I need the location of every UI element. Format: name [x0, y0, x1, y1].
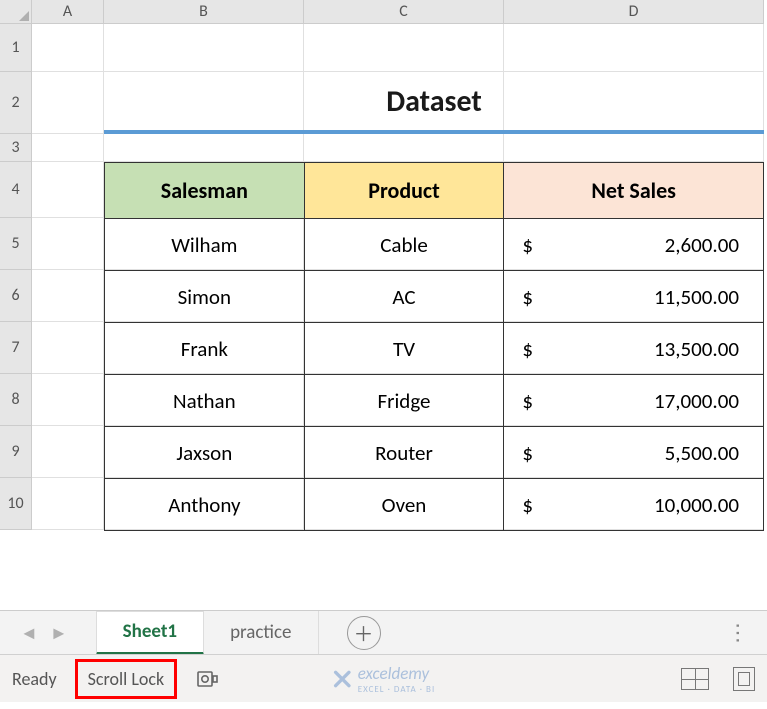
cell-salesman[interactable]: Simon — [105, 271, 305, 323]
table-row[interactable]: Wilham Cable $2,600.00 — [105, 219, 764, 271]
cell-netsales[interactable]: $11,500.00 — [504, 271, 764, 323]
tab-more-icon[interactable]: ⋯ — [725, 622, 752, 643]
sheet-tab-bar: ◄ ► Sheet1 practice ＋ ⋯ — [0, 610, 767, 654]
currency-symbol: $ — [522, 232, 533, 258]
money-value: 13,500.00 — [654, 336, 739, 362]
watermark-sub: EXCEL · DATA · BI — [358, 684, 435, 695]
table-row[interactable]: Simon AC $11,500.00 — [105, 271, 764, 323]
watermark-brand: exceldemy — [358, 663, 429, 684]
watermark-logo-icon — [332, 669, 352, 689]
cell-product[interactable]: TV — [304, 323, 504, 375]
table-row[interactable]: Jaxson Router $5,500.00 — [105, 427, 764, 479]
cell-product[interactable]: Router — [304, 427, 504, 479]
table-row[interactable]: Anthony Oven $10,000.00 — [105, 479, 764, 531]
row-header-7[interactable]: 7 — [0, 322, 32, 374]
macro-record-icon[interactable] — [195, 667, 219, 691]
cell-product[interactable]: Fridge — [304, 375, 504, 427]
currency-symbol: $ — [522, 284, 533, 310]
row-header-2[interactable]: 2 — [0, 72, 32, 134]
currency-symbol: $ — [522, 336, 533, 362]
col-header-d[interactable]: D — [504, 0, 764, 24]
row-header-3[interactable]: 3 — [0, 134, 32, 162]
cell-salesman[interactable]: Frank — [105, 323, 305, 375]
row-header-1[interactable]: 1 — [0, 24, 32, 72]
row-header-9[interactable]: 9 — [0, 426, 32, 478]
header-salesman[interactable]: Salesman — [105, 163, 305, 219]
row-header-8[interactable]: 8 — [0, 374, 32, 426]
currency-symbol: $ — [522, 440, 533, 466]
cell-netsales[interactable]: $10,000.00 — [504, 479, 764, 531]
cell-netsales[interactable]: $13,500.00 — [504, 323, 764, 375]
header-product[interactable]: Product — [304, 163, 504, 219]
money-value: 10,000.00 — [654, 492, 739, 518]
dataset-title[interactable]: Dataset — [104, 72, 764, 134]
data-table: Salesman Product Net Sales Wilham Cable … — [104, 162, 764, 531]
select-all-corner[interactable] — [0, 0, 32, 24]
cell-product[interactable]: Oven — [304, 479, 504, 531]
watermark: exceldemy EXCEL · DATA · BI — [332, 663, 435, 695]
row-header-4[interactable]: 4 — [0, 162, 32, 218]
currency-symbol: $ — [522, 492, 533, 518]
currency-symbol: $ — [522, 388, 533, 414]
tab-nav-prev-icon[interactable]: ◄ — [20, 622, 38, 644]
header-netsales[interactable]: Net Sales — [504, 163, 764, 219]
col-header-c[interactable]: C — [304, 0, 504, 24]
row-header-10[interactable]: 10 — [0, 478, 32, 530]
cell-salesman[interactable]: Anthony — [105, 479, 305, 531]
col-header-a[interactable]: A — [32, 0, 104, 24]
money-value: 5,500.00 — [665, 440, 739, 466]
sheet-tab-active[interactable]: Sheet1 — [96, 611, 204, 655]
cell-netsales[interactable]: $5,500.00 — [504, 427, 764, 479]
cell-netsales[interactable]: $17,000.00 — [504, 375, 764, 427]
status-bar: Ready Scroll Lock exceldemy EXCEL · DATA… — [0, 654, 767, 702]
cell-salesman[interactable]: Wilham — [105, 219, 305, 271]
spreadsheet-grid[interactable]: Dataset Salesman Product Net Sales Wilha… — [32, 24, 767, 610]
cell-salesman[interactable]: Nathan — [105, 375, 305, 427]
row-header-6[interactable]: 6 — [0, 270, 32, 322]
money-value: 17,000.00 — [654, 388, 739, 414]
money-value: 11,500.00 — [654, 284, 739, 310]
view-normal-icon[interactable] — [681, 668, 709, 690]
money-value: 2,600.00 — [665, 232, 739, 258]
cell-product[interactable]: Cable — [304, 219, 504, 271]
tab-nav-next-icon[interactable]: ► — [50, 622, 68, 644]
table-row[interactable]: Frank TV $13,500.00 — [105, 323, 764, 375]
status-scroll-lock: Scroll Lock — [75, 659, 178, 699]
row-header-5[interactable]: 5 — [0, 218, 32, 270]
table-row[interactable]: Nathan Fridge $17,000.00 — [105, 375, 764, 427]
view-page-layout-icon[interactable] — [733, 667, 755, 691]
cell-netsales[interactable]: $2,600.00 — [504, 219, 764, 271]
add-sheet-button[interactable]: ＋ — [347, 616, 381, 650]
cell-salesman[interactable]: Jaxson — [105, 427, 305, 479]
plus-icon: ＋ — [354, 618, 374, 647]
status-ready: Ready — [12, 668, 57, 690]
col-header-b[interactable]: B — [104, 0, 304, 24]
sheet-tab-practice[interactable]: practice — [204, 611, 318, 655]
cell-product[interactable]: AC — [304, 271, 504, 323]
